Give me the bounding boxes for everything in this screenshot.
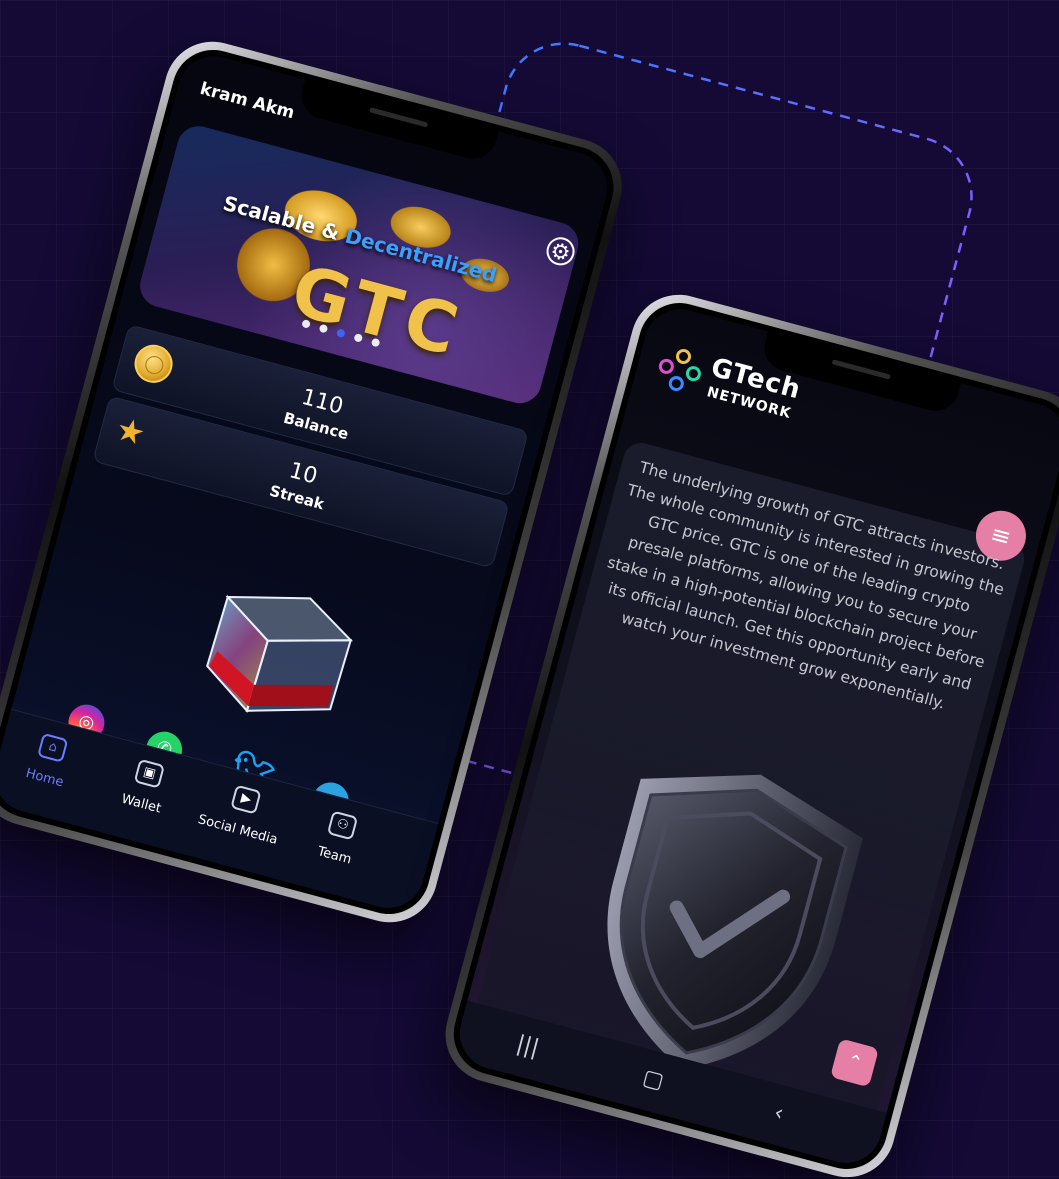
carousel-dot[interactable] [318, 323, 329, 334]
recents-icon[interactable]: ||| [495, 1026, 559, 1066]
media-icon: ▶ [230, 784, 262, 815]
carousel-dot-active[interactable] [335, 328, 346, 339]
nav-label-home: Home [24, 766, 66, 791]
user-name: kram Akm [197, 78, 297, 124]
banner-tagline-part1: Scalable & [220, 190, 349, 247]
wallet-icon: ▣ [133, 758, 166, 789]
back-icon[interactable]: ‹ [747, 1094, 811, 1134]
home-circle-icon[interactable]: ▢ [621, 1060, 685, 1100]
nav-item-wallet[interactable]: ▣ Wallet [91, 749, 201, 824]
carousel-dot[interactable] [353, 333, 364, 343]
nav-label-social-media: Social Media [196, 812, 280, 848]
carousel-dot[interactable] [370, 337, 381, 348]
nav-item-team[interactable]: ⚇ Team [284, 801, 394, 876]
nav-label-wallet: Wallet [119, 791, 163, 817]
carousel-dot[interactable] [301, 319, 311, 329]
nav-label-team: Team [315, 844, 353, 868]
team-icon: ⚇ [326, 810, 359, 841]
home-icon: ⌂ [37, 732, 69, 763]
nav-item-social-media[interactable]: ▶ Social Media [188, 775, 298, 850]
gtech-logo-icon[interactable] [653, 343, 707, 397]
nav-item-home[interactable]: ⌂ Home [0, 723, 104, 798]
glass-cube-image[interactable] [170, 551, 373, 740]
